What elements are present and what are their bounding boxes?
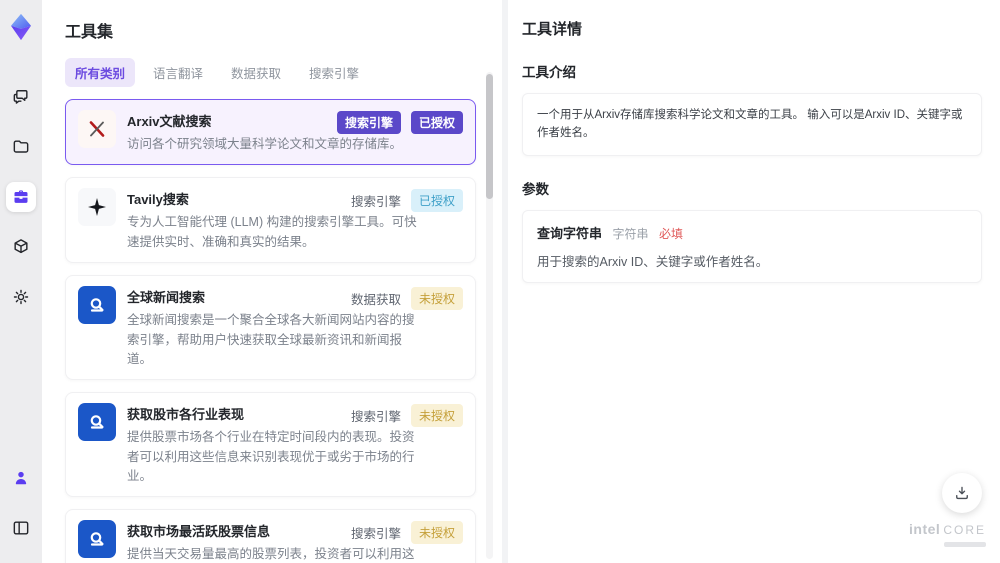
tool-list: Arxiv文献搜索 访问各个研究领域大量科学论文和文章的存储库。 搜索引擎 已授… — [65, 99, 476, 563]
sidebar-item-plugins[interactable] — [6, 232, 36, 262]
param-required-flag: 必填 — [658, 226, 683, 241]
tab-search-engine[interactable]: 搜索引擎 — [299, 58, 369, 87]
tool-list-panel: 工具集 所有类别 语言翻译 数据获取 搜索引擎 Arxiv文献搜索 访问各个研究… — [42, 0, 502, 563]
category-badge: 搜索引擎 — [336, 111, 401, 134]
tool-card-most-active-stocks[interactable]: 获取市场最活跃股票信息 提供当天交易量最高的股票列表，投资者可以利用这些信息来识… — [65, 509, 476, 563]
category-badge: 搜索引擎 — [350, 195, 401, 210]
cube-icon — [14, 239, 28, 254]
category-badge: 搜索引擎 — [350, 527, 401, 542]
params-section-heading: 参数 — [522, 181, 549, 197]
briefcase-icon — [14, 190, 28, 203]
tool-description: 全球新闻搜索是一个聚合全球各大新闻网站内容的搜索引擎，帮助用户快速获取全球最新资… — [127, 313, 415, 366]
intro-section-heading: 工具介绍 — [522, 65, 576, 80]
tool-description: 专为人工智能代理 (LLM) 构建的搜索引擎工具。可快速提供实时、准确和真实的结… — [127, 215, 417, 249]
left-sidebar — [0, 0, 42, 563]
tool-detail-panel: 工具详情 工具介绍 一个用于从Arxiv存储库搜索科学论文和文章的工具。 输入可… — [508, 0, 1000, 563]
tool-card-sector-performance[interactable]: 获取股市各行业表现 提供股票市场各个行业在特定时间段内的表现。投资者可以利用这些… — [65, 392, 476, 498]
auth-status-badge: 未授权 — [410, 521, 463, 545]
tool-list-scrollbar[interactable] — [486, 72, 493, 559]
category-tabs: 所有类别 语言翻译 数据获取 搜索引擎 — [65, 58, 476, 87]
auth-status-badge: 已授权 — [410, 111, 463, 134]
sidebar-item-chat[interactable] — [6, 82, 36, 112]
tab-all-categories[interactable]: 所有类别 — [65, 58, 136, 87]
page-title: 工具集 — [65, 24, 114, 41]
detail-panel-title: 工具详情 — [522, 21, 583, 38]
gear-icon — [13, 289, 29, 305]
tool-description: 访问各个研究领域大量科学论文和文章的存储库。 — [127, 137, 403, 151]
tool-card-arxiv[interactable]: Arxiv文献搜索 访问各个研究领域大量科学论文和文章的存储库。 搜索引擎 已授… — [65, 99, 476, 166]
category-badge: 搜索引擎 — [350, 410, 401, 425]
brand-intel: intel — [909, 521, 941, 537]
intel-core-watermark: intel CORE — [909, 521, 986, 547]
sidebar-item-settings[interactable] — [6, 282, 36, 312]
category-badge: 数据获取 — [350, 293, 401, 308]
sidebar-item-files[interactable] — [6, 132, 36, 162]
download-button[interactable] — [942, 473, 982, 513]
tab-data-fetch[interactable]: 数据获取 — [221, 58, 291, 87]
folder-icon — [13, 140, 29, 153]
auth-status-badge: 未授权 — [410, 287, 463, 311]
news-search-icon — [78, 286, 116, 325]
tool-card-global-news[interactable]: 全球新闻搜索 全球新闻搜索是一个聚合全球各大新闻网站内容的搜索引擎，帮助用户快速… — [65, 275, 476, 381]
chat-icon — [13, 90, 28, 104]
param-type: 字符串 — [612, 226, 649, 241]
sidebar-item-tools-active[interactable] — [6, 182, 36, 212]
auth-status-badge: 已授权 — [410, 189, 463, 213]
param-name: 查询字符串 — [537, 225, 603, 241]
auth-status-badge: 未授权 — [410, 404, 463, 428]
download-icon — [956, 486, 968, 500]
tool-intro-text: 一个用于从Arxiv存储库搜索科学论文和文章的工具。 输入可以是Arxiv ID… — [537, 109, 963, 140]
tavily-star-icon — [78, 188, 116, 227]
brand-core: CORE — [943, 523, 986, 537]
tool-description: 提供当天交易量最高的股票列表，投资者可以利用这些信息来识别流动性强的股票和潜在的… — [127, 547, 415, 562]
tool-card-tavily[interactable]: Tavily搜索 专为人工智能代理 (LLM) 构建的搜索引擎工具。可快速提供实… — [65, 177, 476, 264]
panel-toggle-icon — [13, 521, 29, 535]
tab-language-translate[interactable]: 语言翻译 — [143, 58, 213, 87]
scrollbar-thumb[interactable] — [486, 74, 493, 199]
param-description: 用于搜索的Arxiv ID、关键字或作者姓名。 — [537, 254, 769, 269]
brand-underline — [944, 542, 986, 547]
app-logo-icon — [6, 12, 36, 42]
user-icon — [15, 471, 27, 485]
parameter-box: 查询字符串 字符串 必填 用于搜索的Arxiv ID、关键字或作者姓名。 — [522, 209, 982, 283]
stock-search-icon — [78, 520, 116, 559]
sidebar-item-account[interactable] — [6, 463, 36, 493]
stock-search-icon — [78, 403, 116, 442]
tool-description: 提供股票市场各个行业在特定时间段内的表现。投资者可以利用这些信息来识别表现优于或… — [127, 430, 415, 483]
sidebar-item-collapse-panel[interactable] — [6, 513, 36, 543]
arxiv-logo-icon — [78, 110, 116, 148]
tool-intro-box: 一个用于从Arxiv存储库搜索科学论文和文章的工具。 输入可以是Arxiv ID… — [522, 93, 982, 156]
